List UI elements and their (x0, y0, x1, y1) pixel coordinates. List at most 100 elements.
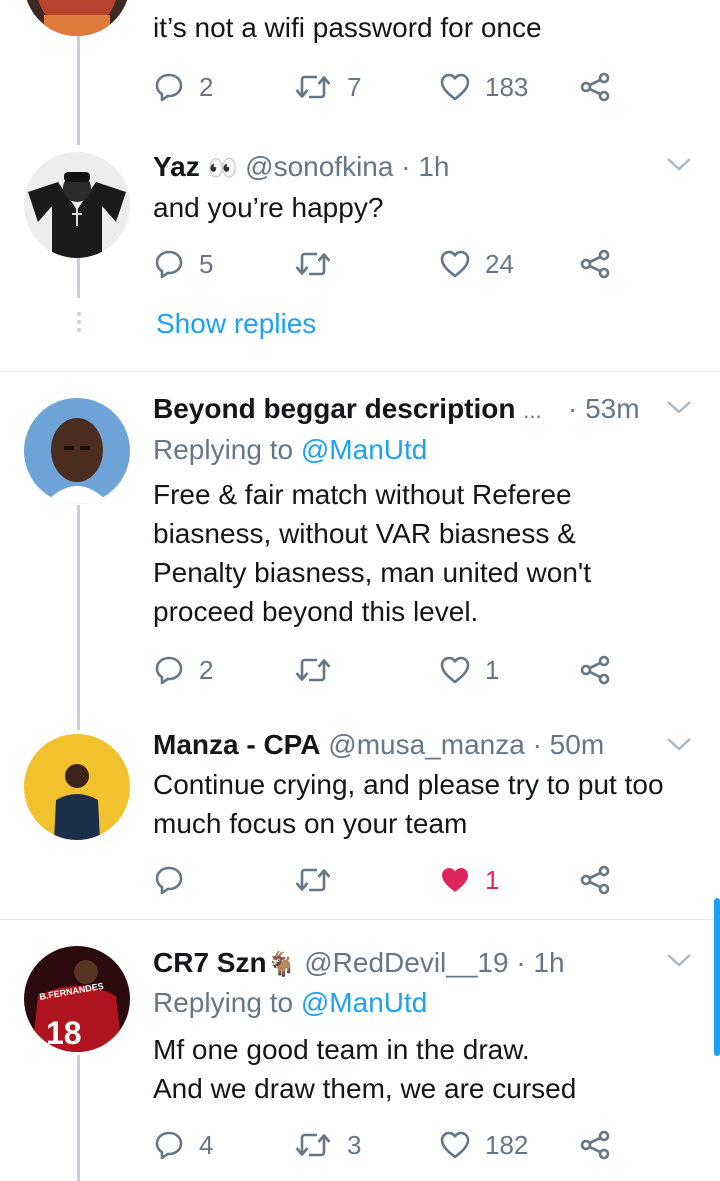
display-name[interactable]: Manza - CPA (153, 729, 321, 760)
chevron-down-icon[interactable] (666, 952, 692, 968)
like-button[interactable]: 182 (439, 1125, 528, 1165)
timestamp: · 50m (532, 729, 605, 760)
divider (0, 371, 720, 372)
like-count: 182 (485, 1129, 529, 1160)
reply-icon (153, 864, 185, 896)
replying-to-label: Replying to (153, 987, 294, 1018)
share-button[interactable] (579, 244, 611, 284)
share-button[interactable] (579, 1125, 611, 1165)
tweet-actions: 5 24 (153, 244, 623, 284)
thread-dots (76, 312, 82, 336)
handle[interactable]: @sonofkina (245, 151, 393, 182)
tweet-text-line: much focus on your team (153, 808, 468, 839)
tweet-header: Yaz 👀 @sonofkina · 1h (153, 150, 449, 186)
retweet-icon (293, 1129, 333, 1161)
tweet-header: Beyond beggar description ... (153, 392, 542, 428)
replying-to-label: Replying to (153, 434, 294, 465)
goat-emoji: 🐐 (266, 951, 297, 978)
tweet-text: Free & fair match without Referee biasne… (153, 475, 708, 631)
tweet-actions: 1 (153, 860, 623, 900)
handle[interactable]: @RedDevil__19 (304, 947, 508, 978)
divider (0, 919, 720, 920)
tweet-actions: 4 3 182 (153, 1125, 623, 1165)
retweet-button[interactable]: 7 (293, 67, 361, 107)
tweet-text: Mf one good team in the draw. And we dra… (153, 1030, 708, 1108)
retweet-icon (293, 654, 333, 686)
display-name[interactable]: CR7 Szn (153, 947, 267, 978)
avatar[interactable] (24, 734, 130, 840)
avatar[interactable] (24, 152, 130, 258)
replying-to: Replying to @ManUtd (153, 433, 427, 467)
thread-line (77, 1055, 80, 1181)
timestamp: · 53m (568, 393, 640, 424)
timestamp: · 1h (516, 947, 565, 978)
reply-count: 2 (199, 654, 214, 685)
heart-filled-icon (439, 864, 471, 896)
reply-button[interactable] (153, 860, 185, 900)
chevron-down-icon[interactable] (666, 399, 692, 415)
reply-icon (153, 248, 185, 280)
tweet-text-line: Mf one good team in the draw. (153, 1034, 530, 1065)
replying-to: Replying to @ManUtd (153, 986, 427, 1020)
like-count: 1 (485, 654, 500, 685)
retweet-count: 3 (347, 1129, 362, 1160)
like-button[interactable]: 24 (439, 244, 514, 284)
reply-button[interactable]: 2 (153, 650, 213, 690)
replying-to-handle[interactable]: @ManUtd (301, 434, 427, 465)
timestamp: · 1h (401, 151, 450, 182)
reply-count: 4 (199, 1129, 214, 1160)
thread-line (77, 258, 80, 298)
avatar[interactable] (24, 398, 130, 504)
show-replies-link[interactable]: Show replies (156, 308, 316, 340)
avatar[interactable] (24, 0, 130, 36)
share-icon (579, 248, 611, 280)
retweet-count: 7 (347, 71, 362, 102)
like-button[interactable]: 1 (439, 860, 499, 900)
retweet-icon (293, 248, 333, 280)
chevron-down-icon[interactable] (666, 736, 692, 752)
reply-button[interactable]: 4 (153, 1125, 213, 1165)
like-count: 1 (485, 864, 500, 895)
reply-icon (153, 1129, 185, 1161)
like-button[interactable]: 1 (439, 650, 499, 690)
reply-button[interactable]: 2 (153, 67, 213, 107)
avatar[interactable]: B.FERNANDES 18 (24, 946, 130, 1052)
like-count: 24 (485, 248, 514, 279)
replying-to-handle[interactable]: @ManUtd (301, 987, 427, 1018)
heart-icon (439, 248, 471, 280)
reply-button[interactable]: 5 (153, 244, 213, 284)
tweet-header: CR7 Szn🐐 @RedDevil__19 · 1h (153, 946, 565, 982)
tweet-text: it’s not a wifi password for once (153, 12, 542, 43)
share-button[interactable] (579, 650, 611, 690)
tweet-text-line: And we draw them, we are cursed (153, 1073, 577, 1104)
share-icon (579, 1129, 611, 1161)
display-name[interactable]: Yaz (153, 151, 200, 182)
tweet-actions: 2 7 183 (153, 67, 623, 107)
share-button[interactable] (579, 860, 611, 900)
like-button[interactable]: 183 (439, 67, 528, 107)
tweet-text-line: Penalty biasness, man united won't (153, 557, 592, 588)
reply-icon (153, 654, 185, 686)
heart-icon (439, 71, 471, 103)
jersey-number: 18 (46, 1015, 82, 1051)
scrollbar[interactable] (714, 898, 720, 1056)
retweet-button[interactable] (293, 860, 333, 900)
display-name[interactable]: Beyond beggar description (153, 393, 516, 424)
retweet-button[interactable] (293, 244, 333, 284)
share-button[interactable] (579, 67, 611, 107)
retweet-button[interactable] (293, 650, 333, 690)
tweet-text-line: Continue crying, and please try to put t… (153, 769, 664, 800)
tweet-text-line: proceed beyond this level. (153, 596, 479, 627)
tweet-actions: 2 1 (153, 650, 623, 690)
retweet-icon (293, 71, 333, 103)
retweet-button[interactable]: 3 (293, 1125, 361, 1165)
chevron-down-icon[interactable] (666, 156, 692, 172)
tweet-text-line: biasness, without VAR biasness & (153, 518, 576, 549)
eyes-emoji: 👀 (207, 155, 238, 182)
like-count: 183 (485, 71, 529, 102)
handle[interactable]: @musa_manza (328, 729, 525, 760)
tweet-text-line: Free & fair match without Referee (153, 479, 572, 510)
tweet-text: Continue crying, and please try to put t… (153, 765, 708, 843)
reply-count: 5 (199, 248, 214, 279)
reply-icon (153, 71, 185, 103)
